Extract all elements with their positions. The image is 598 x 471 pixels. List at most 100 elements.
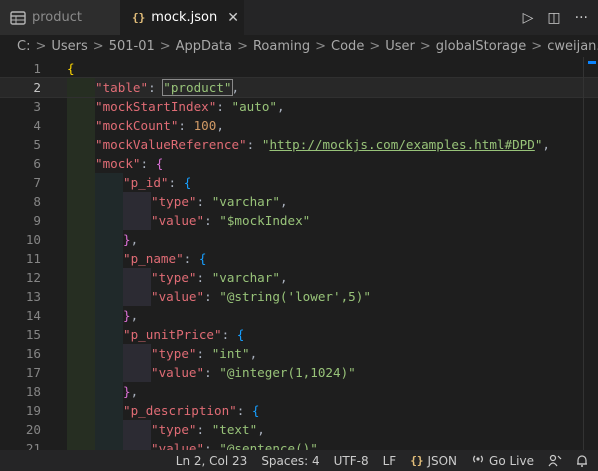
- code-line[interactable]: 2 "table": "product",: [0, 77, 598, 98]
- line-number: 15: [25, 327, 41, 342]
- breadcrumb-item[interactable]: cweijan.vscode-mysql-c: [547, 39, 598, 54]
- code-line[interactable]: 3 "mockStartIndex": "auto",: [0, 97, 598, 116]
- bell-icon[interactable]: [576, 454, 588, 467]
- indent-guide: [67, 306, 95, 325]
- code-line[interactable]: 7 "p_id": {: [0, 173, 598, 192]
- code-line[interactable]: 19 "p_description": {: [0, 401, 598, 420]
- chevron-right-icon: >: [419, 38, 431, 54]
- code-line[interactable]: 17 "value": "@integer(1,1024)": [0, 363, 598, 382]
- indent-guide: [95, 211, 123, 230]
- cursor-position[interactable]: Ln 2, Col 23: [176, 454, 248, 468]
- indent-guide: [67, 173, 95, 192]
- tab-mock-json[interactable]: {} mock.json ✕: [120, 0, 244, 35]
- indentation[interactable]: Spaces: 4: [261, 454, 319, 468]
- indent-guide: [67, 401, 95, 420]
- indent-guide: [95, 363, 123, 382]
- indent-guide: [67, 97, 95, 116]
- encoding[interactable]: UTF-8: [334, 454, 369, 468]
- line-number: 11: [25, 251, 41, 266]
- indent-guide: [123, 420, 151, 439]
- end-of-line[interactable]: LF: [383, 454, 397, 468]
- json-braces-icon: {}: [410, 454, 424, 467]
- code-line[interactable]: 4 "mockCount": 100,: [0, 116, 598, 135]
- split-editor-icon[interactable]: ◫: [547, 10, 560, 26]
- go-live-label: Go Live: [489, 453, 534, 468]
- indent-guide: [67, 135, 95, 154]
- breadcrumb-item[interactable]: C:: [17, 39, 30, 54]
- tab-product[interactable]: product: [0, 0, 120, 35]
- overview-ruler[interactable]: [583, 57, 598, 450]
- code-line[interactable]: 15 "p_unitPrice": {: [0, 325, 598, 344]
- code-text: "type": "varchar",: [151, 194, 288, 209]
- code-line[interactable]: 16 "type": "int",: [0, 344, 598, 363]
- go-live-button[interactable]: Go Live: [471, 453, 534, 468]
- code-editor[interactable]: 21 "value": "@sentence()" 20 "type": "text"…: [0, 57, 598, 450]
- breadcrumb-item[interactable]: Users: [51, 39, 87, 54]
- indent-guide: [95, 230, 123, 249]
- indent-guide: [123, 363, 151, 382]
- code-line[interactable]: 13 "value": "@string('lower',5)": [0, 287, 598, 306]
- chevron-right-icon: >: [315, 38, 327, 54]
- code-line[interactable]: 20 "type": "text",: [0, 420, 598, 439]
- indent-guide: [95, 420, 123, 439]
- code-line[interactable]: 18},: [0, 382, 598, 401]
- breadcrumb: C: > Users > 501-01 > AppData > Roaming > Cod…: [0, 35, 598, 57]
- code-line[interactable]: 12 "type": "varchar",: [0, 268, 598, 287]
- indent-guide: [95, 344, 123, 363]
- code-text: {: [67, 61, 75, 76]
- line-number: 19: [25, 403, 41, 418]
- indent-guide: [67, 154, 95, 173]
- code-line[interactable]: 6 "mock": {: [0, 154, 598, 173]
- chevron-right-icon: >: [531, 38, 543, 54]
- indent-guide: [95, 249, 123, 268]
- indent-guide: [67, 268, 95, 287]
- code-text: "mockValueReference": "http://mockjs.com…: [95, 137, 550, 152]
- breadcrumb-item[interactable]: 501-01: [109, 39, 155, 54]
- code-line[interactable]: 21 "value": "@sentence()": [0, 439, 598, 450]
- line-number: 20: [25, 422, 41, 437]
- breadcrumb-item[interactable]: Code: [331, 39, 364, 54]
- code-line[interactable]: 8 "type": "varchar",: [0, 192, 598, 211]
- breadcrumb-item[interactable]: globalStorage: [436, 39, 527, 54]
- breadcrumb-item[interactable]: User: [385, 39, 415, 54]
- close-icon[interactable]: ✕: [227, 10, 239, 26]
- indent-guide: [67, 192, 95, 211]
- breadcrumb-item[interactable]: Roaming: [253, 39, 310, 54]
- indent-guide: [123, 439, 151, 450]
- indent-guide: [123, 192, 151, 211]
- code-text: "value": "@string('lower',5)": [151, 289, 371, 304]
- indent-guide: [95, 173, 123, 192]
- indent-guide: [95, 439, 123, 450]
- code-text: "p_name": {: [123, 251, 207, 266]
- line-number: 13: [25, 289, 41, 304]
- breadcrumb-item[interactable]: AppData: [176, 39, 232, 54]
- feedback-icon[interactable]: [548, 454, 562, 467]
- line-number: 4: [33, 118, 41, 133]
- code-line[interactable]: 1{: [0, 59, 598, 78]
- more-actions-icon[interactable]: ···: [575, 10, 588, 26]
- indent-guide: [123, 287, 151, 306]
- code-text: "value": "@integer(1,1024)": [151, 365, 356, 380]
- line-number: 8: [33, 194, 41, 209]
- indent-guide: [67, 344, 95, 363]
- code-line[interactable]: 10},: [0, 230, 598, 249]
- broadcast-icon: [471, 453, 485, 468]
- code-line[interactable]: 14},: [0, 306, 598, 325]
- code-line[interactable]: 9 "value": "$mockIndex": [0, 211, 598, 230]
- json-braces-icon: {}: [132, 11, 146, 24]
- code-line[interactable]: 11 "p_name": {: [0, 249, 598, 268]
- code-line[interactable]: 5 "mockValueReference": "http://mockjs.co…: [0, 135, 598, 154]
- chevron-right-icon: >: [35, 38, 47, 54]
- language-label: JSON: [427, 453, 458, 468]
- run-icon[interactable]: ▷: [523, 10, 534, 26]
- code-text: "mock": {: [95, 156, 164, 171]
- line-number: 12: [25, 270, 41, 285]
- code-text: "mockCount": 100,: [95, 118, 224, 133]
- code-text: "table": "product",: [95, 79, 240, 96]
- code-text: "p_id": {: [123, 175, 192, 190]
- chevron-right-icon: >: [369, 38, 381, 54]
- tab-label: mock.json: [151, 10, 218, 25]
- language-mode[interactable]: {} JSON: [410, 454, 457, 468]
- code-text: },: [123, 384, 139, 399]
- line-number: 18: [25, 384, 41, 399]
